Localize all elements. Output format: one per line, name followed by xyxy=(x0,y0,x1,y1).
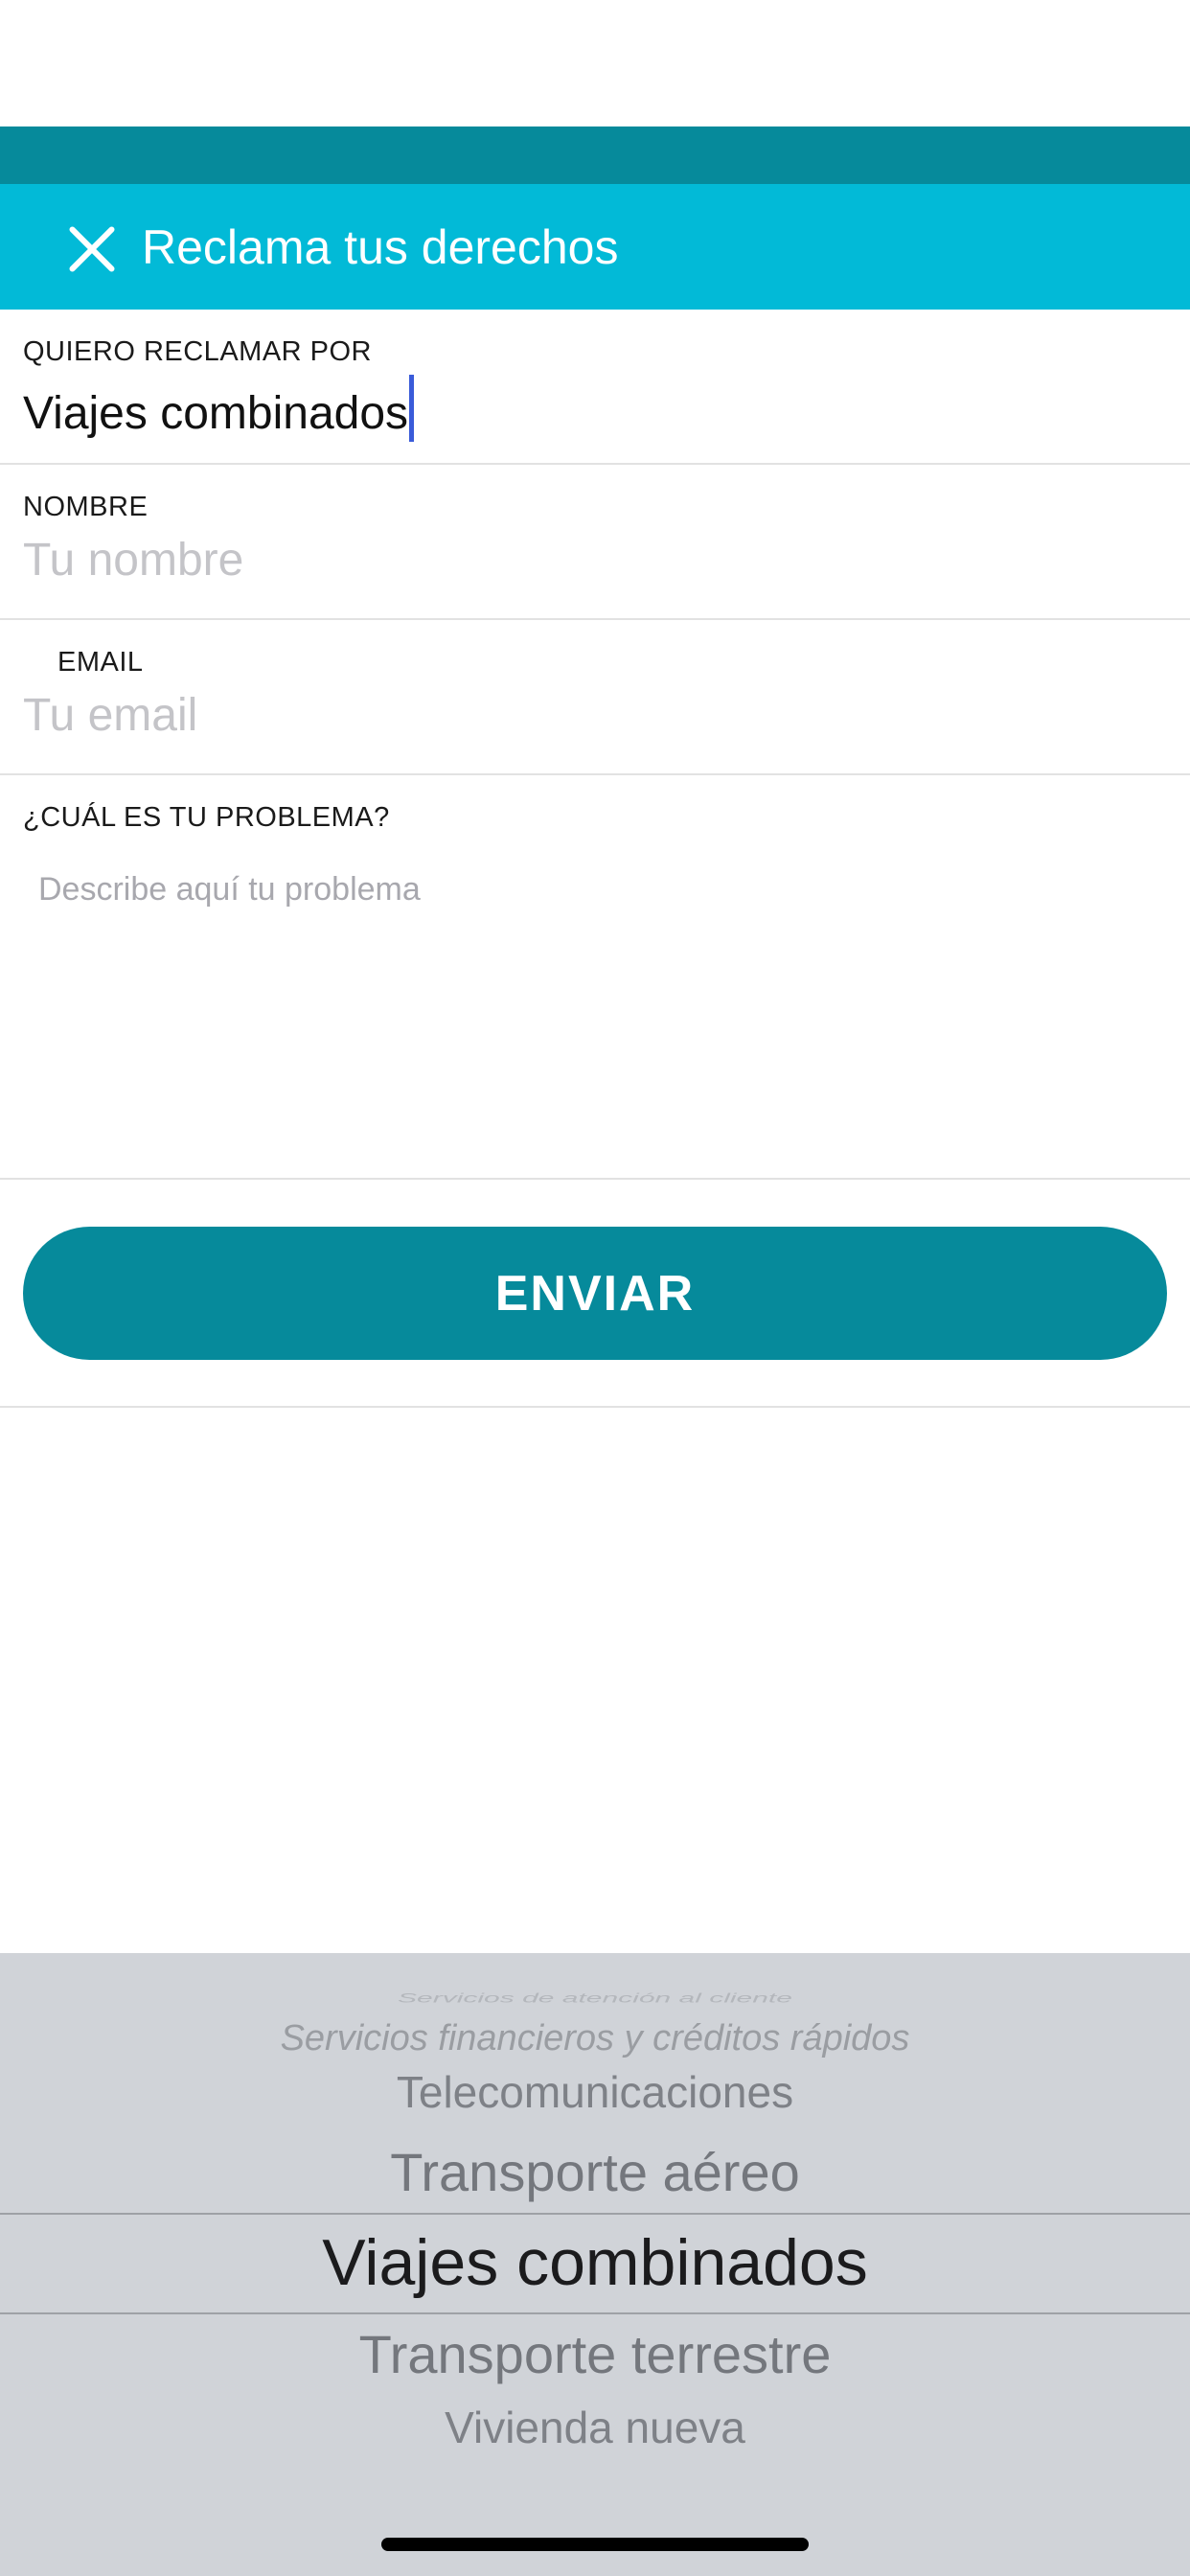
picker-selection-bottom xyxy=(0,2312,1190,2314)
divider xyxy=(0,1406,1190,1408)
category-field[interactable]: QUIERO RECLAMAR POR Viajes combinados xyxy=(0,310,1190,465)
picker-selection-top xyxy=(0,2213,1190,2215)
name-input[interactable]: Tu nombre xyxy=(23,532,243,589)
name-field[interactable]: NOMBRE Tu nombre xyxy=(0,465,1190,620)
text-caret xyxy=(409,375,415,442)
category-value: Viajes combinados xyxy=(23,388,409,439)
email-input[interactable]: Tu email xyxy=(23,687,197,745)
category-picker[interactable]: Servicios de atención al cliente Servici… xyxy=(0,1953,1190,2576)
category-label: QUIERO RECLAMAR POR xyxy=(23,336,372,367)
picker-item[interactable]: Transporte terrestre xyxy=(0,2323,1190,2385)
problem-label: ¿CUÁL ES TU PROBLEMA? xyxy=(23,802,390,833)
close-icon[interactable] xyxy=(65,222,119,276)
top-band xyxy=(0,126,1190,184)
status-bar xyxy=(0,0,1190,126)
home-indicator xyxy=(381,2538,809,2551)
picker-item[interactable]: Vivienda nueva xyxy=(0,2402,1190,2453)
email-field[interactable]: EMAIL Tu email xyxy=(0,620,1190,775)
picker-item[interactable]: Telecomunicaciones xyxy=(0,2066,1190,2118)
picker-item[interactable]: Servicios de atención al cliente xyxy=(0,1991,1190,2006)
problem-textarea[interactable]: Describe aquí tu problema xyxy=(38,871,421,908)
email-label: EMAIL xyxy=(57,647,144,678)
app-header: Reclama tus derechos xyxy=(0,184,1190,310)
problem-field[interactable]: ¿CUÁL ES TU PROBLEMA? Describe aquí tu p… xyxy=(0,775,1190,1180)
page-title: Reclama tus derechos xyxy=(142,220,619,274)
send-button[interactable]: ENVIAR xyxy=(23,1227,1167,1360)
picker-item[interactable]: Transporte aéreo xyxy=(0,2141,1190,2203)
category-input[interactable]: Viajes combinados xyxy=(23,375,415,443)
name-label: NOMBRE xyxy=(23,492,149,522)
picker-item-selected[interactable]: Viajes combinados xyxy=(0,2225,1190,2300)
picker-item[interactable]: Servicios financieros y créditos rápidos xyxy=(0,2018,1190,2059)
